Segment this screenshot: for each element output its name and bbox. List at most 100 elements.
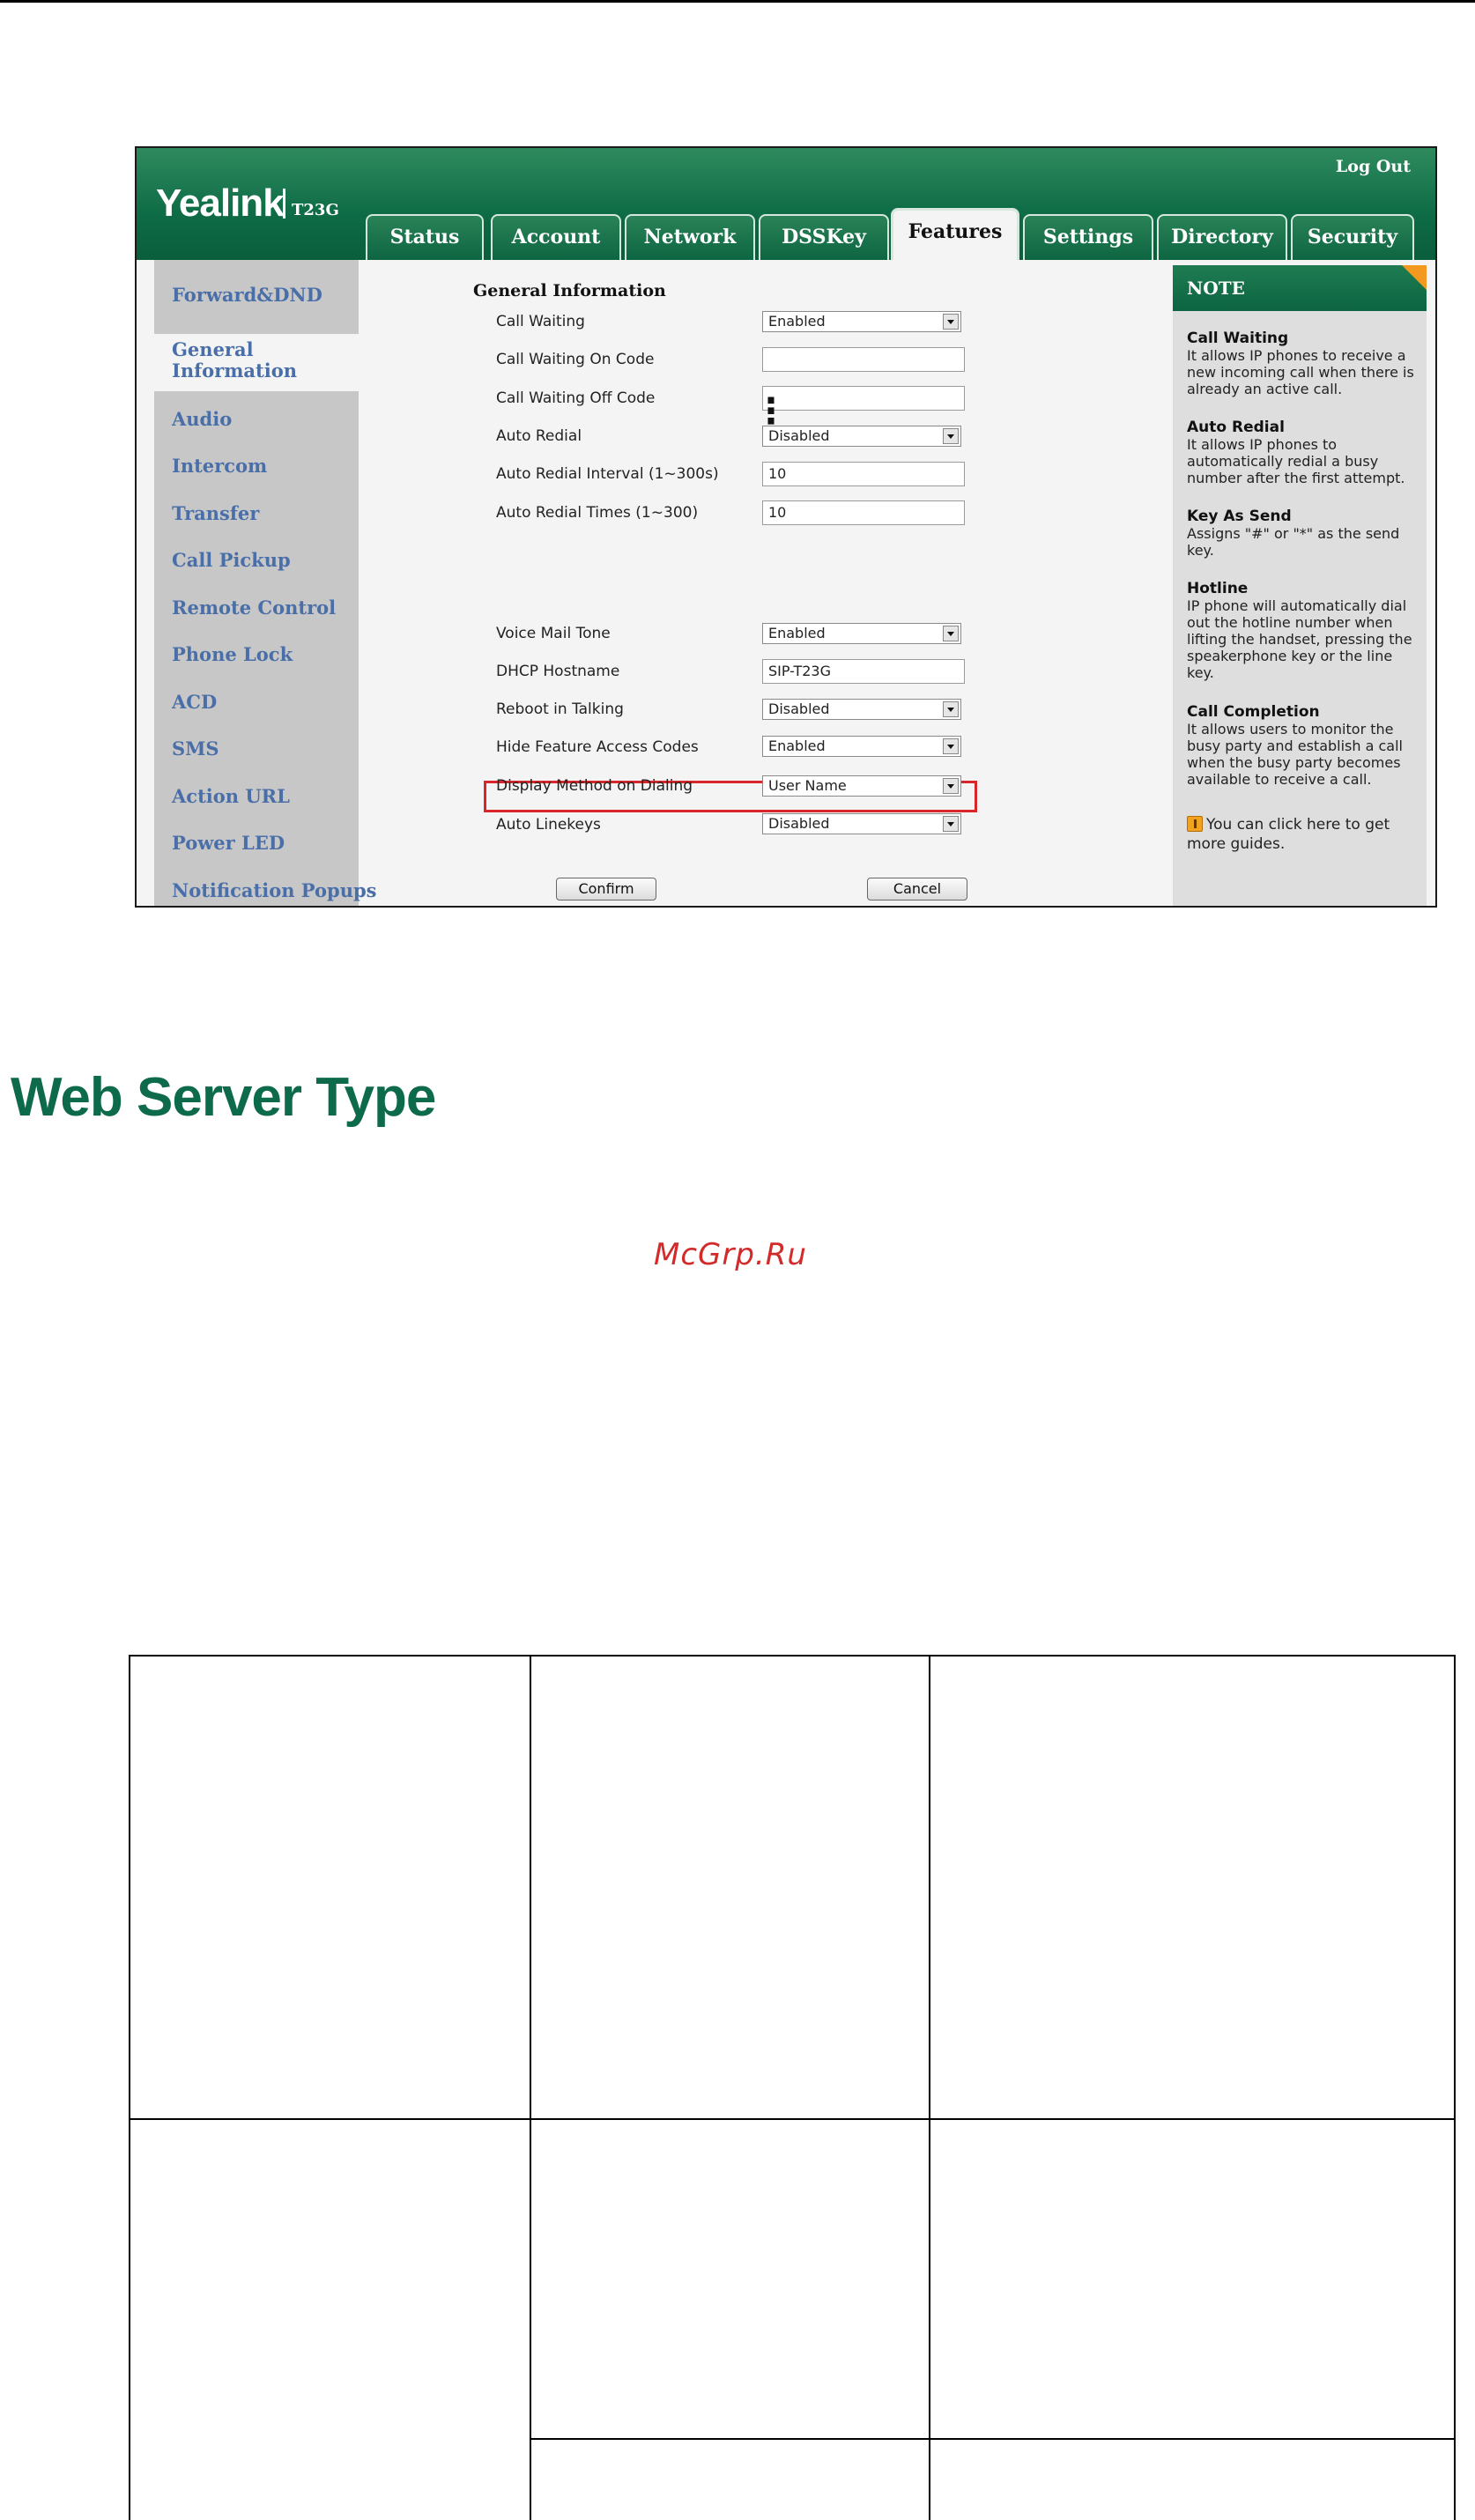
sidebar-item-notification-popups[interactable]: Notification Popups: [172, 880, 377, 901]
call-waiting-value: Enabled: [768, 313, 826, 330]
note-heading: Hotline: [1187, 580, 1249, 597]
tab-settings[interactable]: Settings: [1023, 214, 1153, 260]
note-heading: Call Completion: [1187, 703, 1320, 721]
model-label: T23G: [292, 201, 339, 219]
call-waiting-select[interactable]: Enabled: [762, 311, 961, 332]
chevron-down-icon: [943, 778, 959, 794]
note-panel: NOTE Call Waiting It allows IP phones to…: [1173, 265, 1427, 906]
dhcp-hostname-input[interactable]: SIP-T23G: [762, 659, 965, 684]
voice-mail-tone-select[interactable]: Enabled: [762, 623, 961, 644]
tab-account[interactable]: Account: [491, 214, 621, 260]
more-guides-link[interactable]: You can click here to get more guides.: [1187, 815, 1418, 854]
chevron-down-icon: [943, 701, 959, 717]
note-entry-hotline: Hotline IP phone will automatically dial…: [1187, 580, 1418, 682]
field-label-auto-redial: Auto Redial: [496, 427, 582, 445]
guide-text: You can click here to get more guides.: [1187, 816, 1390, 853]
chevron-down-icon: [943, 428, 959, 444]
tab-features[interactable]: Features: [891, 208, 1019, 260]
omitted-fields-ellipsis: ⋮: [753, 391, 789, 432]
chevron-down-icon: [943, 626, 959, 641]
page-top-rule: [0, 0, 1475, 3]
table-column-divider-2: [929, 1655, 930, 2520]
guide-book-icon: [1187, 816, 1203, 832]
note-title: NOTE: [1173, 265, 1427, 311]
sidebar-item-general-information[interactable]: General Information: [172, 339, 304, 382]
note-text: It allows users to monitor the busy part…: [1187, 721, 1403, 788]
field-label-display-method-on-dialing: Display Method on Dialing: [496, 777, 693, 795]
field-label-call-waiting-on-code: Call Waiting On Code: [496, 351, 655, 368]
field-label-voice-mail-tone: Voice Mail Tone: [496, 625, 611, 642]
tab-status[interactable]: Status: [366, 214, 484, 260]
sidebar-item-sms[interactable]: SMS: [172, 738, 219, 760]
tab-security[interactable]: Security: [1291, 214, 1414, 260]
reboot-in-talking-value: Disabled: [768, 700, 830, 717]
field-label-auto-linekeys: Auto Linekeys: [496, 816, 601, 834]
table-column-divider-1: [530, 1655, 531, 2520]
sidebar-item-power-led[interactable]: Power LED: [172, 833, 285, 854]
note-entry-auto-redial: Auto Redial It allows IP phones to autom…: [1187, 419, 1418, 487]
field-label-auto-redial-interval: Auto Redial Interval (1~300s): [496, 465, 719, 483]
reboot-in-talking-select[interactable]: Disabled: [762, 699, 961, 720]
note-entry-call-completion: Call Completion It allows users to monit…: [1187, 703, 1418, 789]
chevron-down-icon: [943, 738, 959, 754]
sidebar-item-acd[interactable]: ACD: [172, 692, 217, 713]
table-border-top: [129, 1655, 1456, 1657]
note-heading: Call Waiting: [1187, 330, 1289, 347]
note-heading: Key As Send: [1187, 508, 1292, 525]
note-heading: Auto Redial: [1187, 419, 1285, 436]
field-label-dhcp-hostname: DHCP Hostname: [496, 663, 620, 680]
field-label-call-waiting-off-code: Call Waiting Off Code: [496, 389, 656, 407]
section-title: General Information: [473, 281, 666, 300]
sidebar-item-call-pickup[interactable]: Call Pickup: [172, 550, 291, 571]
field-label-call-waiting: Call Waiting: [496, 313, 585, 330]
table-subrow-divider: [530, 2438, 1456, 2440]
sidebar-item-intercom[interactable]: Intercom: [172, 456, 267, 477]
sidebar-item-audio[interactable]: Audio: [172, 409, 232, 430]
section-heading: Web Server Type: [11, 1067, 436, 1128]
note-text: IP phone will automatically dial out the…: [1187, 597, 1412, 681]
confirm-button[interactable]: Confirm: [556, 878, 656, 901]
watermark: McGrp.Ru: [654, 1237, 807, 1272]
brand-logo: Yealink: [156, 182, 285, 225]
tab-dsskey[interactable]: DSSKey: [759, 214, 889, 260]
cancel-button[interactable]: Cancel: [867, 878, 967, 901]
web-ui-screenshot: Yealink T23G Log Out Status Account Netw…: [135, 146, 1437, 908]
chevron-down-icon: [943, 314, 959, 330]
note-entry-call-waiting: Call Waiting It allows IP phones to rece…: [1187, 330, 1418, 398]
auto-linekeys-select[interactable]: Disabled: [762, 813, 961, 834]
note-entry-key-as-send: Key As Send Assigns "#" or "*" as the se…: [1187, 508, 1418, 560]
auto-redial-times-input[interactable]: 10: [762, 500, 965, 525]
note-text: It allows IP phones to automatically red…: [1187, 436, 1405, 486]
tab-directory[interactable]: Directory: [1157, 214, 1287, 260]
table-border-right: [1454, 1655, 1456, 2520]
sidebar-item-remote-control[interactable]: Remote Control: [172, 597, 336, 619]
chevron-down-icon: [943, 816, 959, 832]
note-corner-icon: [1402, 265, 1427, 290]
hide-feature-access-codes-select[interactable]: Enabled: [762, 736, 961, 757]
field-label-auto-redial-times: Auto Redial Times (1~300): [496, 504, 699, 522]
voice-mail-tone-value: Enabled: [768, 625, 826, 641]
field-label-hide-feature-access-codes: Hide Feature Access Codes: [496, 738, 699, 756]
logo-separator: [283, 189, 285, 219]
auto-redial-select[interactable]: Disabled: [762, 426, 961, 447]
note-text: Assigns "#" or "*" as the send key.: [1187, 525, 1400, 559]
content-area: Forward&DND General Information Audio In…: [137, 260, 1435, 906]
table-row-divider: [129, 2118, 1456, 2120]
table-border-left: [129, 1655, 130, 2520]
logout-link[interactable]: Log Out: [1336, 157, 1411, 176]
field-label-reboot-in-talking: Reboot in Talking: [496, 700, 624, 718]
sidebar-item-action-url[interactable]: Action URL: [172, 786, 290, 807]
tab-network[interactable]: Network: [625, 214, 755, 260]
auto-redial-interval-input[interactable]: 10: [762, 462, 965, 486]
call-waiting-off-code-input[interactable]: [762, 386, 965, 411]
sidebar-item-forward-dnd[interactable]: Forward&DND: [172, 285, 322, 306]
display-method-on-dialing-value: User Name: [768, 777, 847, 794]
display-method-on-dialing-select[interactable]: User Name: [762, 775, 961, 797]
header-bar: Yealink T23G Log Out Status Account Netw…: [137, 148, 1435, 260]
sidebar-item-transfer[interactable]: Transfer: [172, 503, 259, 524]
call-waiting-on-code-input[interactable]: [762, 347, 965, 372]
hide-feature-access-codes-value: Enabled: [768, 737, 826, 754]
auto-linekeys-value: Disabled: [768, 815, 830, 832]
note-text: It allows IP phones to receive a new inc…: [1187, 347, 1414, 397]
sidebar-item-phone-lock[interactable]: Phone Lock: [172, 644, 293, 665]
